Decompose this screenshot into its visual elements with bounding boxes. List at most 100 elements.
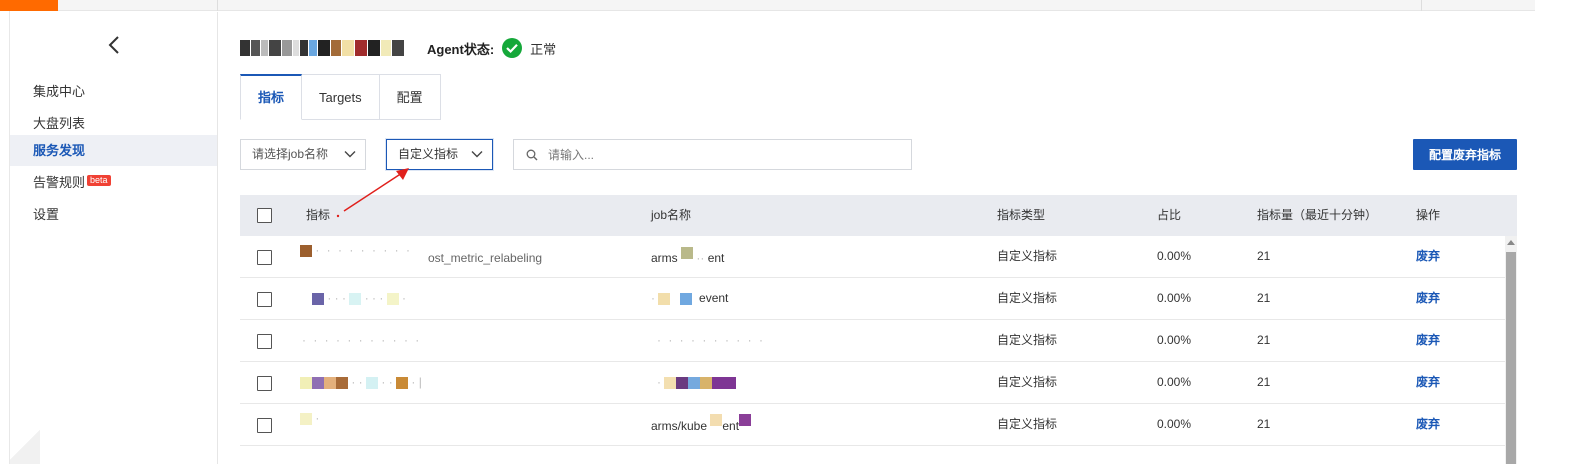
- sidebar-item-label: 设置: [33, 207, 60, 222]
- deprecate-link[interactable]: 废弃: [1416, 320, 1440, 361]
- search-box[interactable]: [513, 139, 912, 170]
- column-header-job-name: job名称: [651, 208, 692, 222]
- metric-count-cell: 21: [1257, 333, 1271, 347]
- table-scrollbar[interactable]: [1505, 236, 1517, 464]
- redacted-block: [300, 412, 312, 425]
- metric-name-cell: · · · · · · ·: [312, 278, 406, 319]
- metric-name-cell: ·: [300, 398, 319, 439]
- job-name-cell: · event: [651, 278, 728, 319]
- redacted-block: [664, 376, 677, 389]
- redacted-block: · · ·: [327, 291, 346, 305]
- job-name-prefix: arms/kube: [651, 419, 708, 433]
- job-name-select-value: 请选择job名称: [252, 147, 329, 161]
- job-name-suffix: ent: [707, 251, 725, 265]
- column-header-metric-count: 指标量（最近十分钟）: [1257, 208, 1378, 222]
- redacted-block: ·: [315, 411, 320, 425]
- ratio-cell: 0.00%: [1157, 291, 1192, 305]
- table-row: · arms/kube ent 自定义指标 0.00% 21 废弃: [240, 404, 1505, 446]
- configure-deprecated-metrics-button[interactable]: 配置废弃指标: [1413, 139, 1517, 170]
- row-checkbox[interactable]: [257, 376, 272, 391]
- brand-logo-strip: [0, 0, 58, 11]
- metric-type-cell: 自定义指标: [997, 417, 1058, 431]
- metric-type-select-value: 自定义指标: [398, 147, 459, 161]
- tab-config[interactable]: 配置: [379, 74, 441, 120]
- redacted-block: [688, 376, 701, 389]
- redacted-block: [336, 376, 348, 389]
- redacted-block: · · · · · · · · ·: [315, 243, 412, 257]
- scrollbar-thumb[interactable]: [1506, 252, 1516, 464]
- tab-label: Targets: [319, 90, 362, 105]
- top-strip: [0, 0, 1535, 11]
- deprecate-link[interactable]: 废弃: [1416, 362, 1440, 403]
- tab-targets[interactable]: Targets: [302, 74, 380, 120]
- search-input[interactable]: [548, 140, 898, 169]
- chevron-left-icon[interactable]: [104, 34, 124, 56]
- job-name-select[interactable]: 请选择job名称: [240, 139, 366, 170]
- table-row: · · · · · · · · · ost_metric_relabeling …: [240, 236, 1505, 278]
- tab-bar: 指标 Targets 配置: [240, 74, 441, 120]
- redacted-block: [300, 244, 312, 257]
- job-name-cell: arms ·· ent: [651, 238, 724, 279]
- tab-metrics[interactable]: 指标: [240, 74, 303, 120]
- redacted-block: ·: [651, 291, 655, 305]
- check-circle-icon: [502, 38, 523, 58]
- deprecate-link[interactable]: 废弃: [1416, 236, 1440, 277]
- column-header-metric-type: 指标类型: [997, 208, 1046, 222]
- metric-type-select[interactable]: 自定义指标: [386, 139, 493, 170]
- top-divider: [217, 0, 218, 11]
- scroll-up-arrow-icon[interactable]: [1507, 240, 1515, 245]
- top-divider-right: [1421, 0, 1422, 11]
- job-name-cell: arms/kube ent: [651, 406, 752, 447]
- redacted-block: [739, 413, 752, 426]
- sidebar-item-alert-rules[interactable]: 告警规则 beta: [10, 167, 217, 198]
- redacted-block: [700, 376, 713, 389]
- beta-badge: beta: [87, 175, 111, 186]
- redacted-block: ·: [402, 291, 407, 305]
- metric-name-cell: · · · · · |: [300, 362, 422, 403]
- sidebar-item-settings[interactable]: 设置: [10, 199, 217, 230]
- metric-name-cell: · · · · · · · · ·: [300, 230, 412, 271]
- redacted-block: [724, 376, 737, 389]
- metric-count-cell: 21: [1257, 375, 1271, 389]
- sidebar-item-integration-center[interactable]: 集成中心: [10, 76, 217, 107]
- job-name-suffix: ent: [722, 419, 740, 433]
- row-checkbox[interactable]: [257, 334, 272, 349]
- redacted-block: [366, 376, 379, 389]
- redacted-block: [679, 292, 692, 305]
- metric-type-cell: 自定义指标: [997, 375, 1058, 389]
- tab-label: 配置: [396, 90, 423, 105]
- sidebar-item-label: 服务发现: [33, 143, 86, 158]
- sidebar-item-label: 告警规则: [33, 175, 86, 190]
- metric-type-cell: 自定义指标: [997, 291, 1058, 305]
- job-name-suffix: event: [699, 291, 729, 305]
- left-edge-strip: [0, 11, 10, 464]
- redacted-block: [312, 292, 324, 305]
- page-header: Agent状态: 正常: [240, 34, 556, 62]
- agent-status-value: 正常: [530, 41, 557, 57]
- redacted-block: [324, 376, 336, 389]
- row-checkbox[interactable]: [257, 250, 272, 265]
- redacted-block: [681, 246, 694, 259]
- job-name-prefix: arms: [651, 251, 678, 265]
- redacted-block: [396, 376, 409, 389]
- redacted-block: [300, 376, 312, 389]
- sidebar-item-service-discovery[interactable]: 服务发现: [10, 135, 217, 166]
- row-checkbox[interactable]: [257, 292, 272, 307]
- column-header-action: 操作: [1416, 208, 1441, 222]
- deprecate-link[interactable]: 废弃: [1416, 278, 1440, 319]
- search-icon: [526, 149, 538, 161]
- deprecate-link[interactable]: 废弃: [1416, 404, 1440, 445]
- row-checkbox[interactable]: [257, 418, 272, 433]
- redacted-block: [658, 292, 671, 305]
- table-row: · · · · · · · · · · · · · · · · · · · · …: [240, 320, 1505, 362]
- redacted-block: [386, 292, 399, 305]
- sidebar-item-label: 集成中心: [33, 84, 86, 99]
- redacted-block: [710, 413, 723, 426]
- metric-name-suffix: ost_metric_relabeling: [428, 251, 543, 265]
- select-all-checkbox[interactable]: [257, 208, 272, 223]
- job-name-cell-redacted: · · · · · · · · · ·: [657, 333, 765, 347]
- redacted-block: · |: [411, 375, 422, 389]
- job-name-cell: ·: [657, 362, 737, 403]
- redacted-block: ··: [696, 251, 705, 265]
- sidebar-item-label: 大盘列表: [33, 116, 86, 131]
